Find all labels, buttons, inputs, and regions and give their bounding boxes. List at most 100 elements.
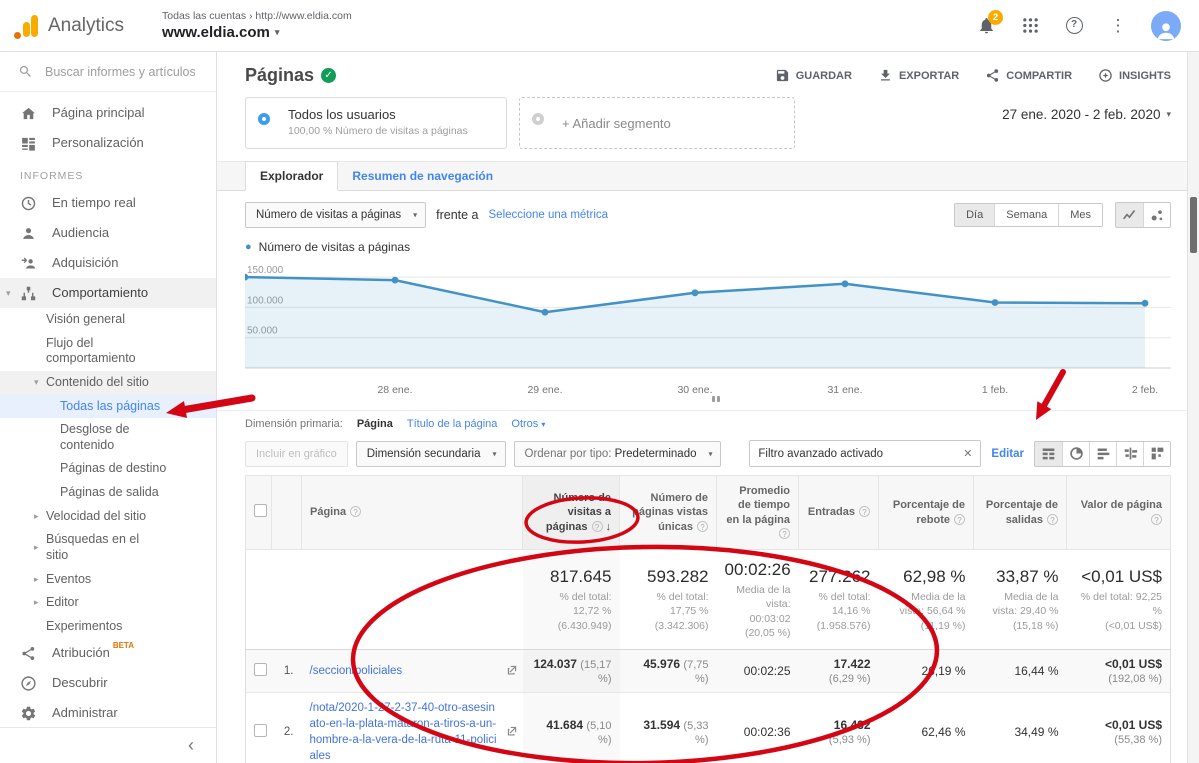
column-header-bounce-rate[interactable]: Porcentaje de rebote? bbox=[879, 476, 974, 550]
sidebar-item-en-tiempo-real[interactable]: En tiempo real bbox=[0, 188, 216, 218]
edit-filter-link[interactable]: Editar bbox=[991, 448, 1024, 460]
timeline-handle[interactable] bbox=[708, 396, 724, 402]
sidebar-item-flujo-del-comportamiento[interactable]: Flujo del comportamiento bbox=[0, 332, 216, 371]
primary-metric-dropdown[interactable]: Número de visitas a páginas ▾ bbox=[245, 202, 426, 228]
close-icon[interactable]: ✕ bbox=[963, 447, 972, 460]
sidebar-item-adquisicion[interactable]: Adquisición bbox=[0, 248, 216, 278]
sidebar-collapse[interactable]: ‹ bbox=[0, 727, 216, 763]
table-view-button[interactable] bbox=[1035, 442, 1062, 466]
help-icon[interactable]: ? bbox=[1047, 514, 1058, 525]
page-scrollbar[interactable] bbox=[1187, 52, 1199, 763]
attribution-icon bbox=[20, 645, 37, 662]
select-metric-link[interactable]: Seleccione una métrica bbox=[489, 209, 609, 221]
index-header bbox=[272, 476, 302, 550]
sidebar-item-atribucion[interactable]: AtribuciónBETA bbox=[0, 638, 216, 668]
scrollbar-thumb[interactable] bbox=[1190, 197, 1197, 253]
sidebar-item-pagina-principal[interactable]: Página principal bbox=[0, 98, 216, 128]
percentage-view-button[interactable] bbox=[1062, 442, 1089, 466]
save-button[interactable]: GUARDAR bbox=[775, 68, 852, 83]
help-icon: ? bbox=[1066, 17, 1083, 34]
realtime-icon bbox=[20, 195, 37, 212]
apps-grid-button[interactable] bbox=[1019, 15, 1041, 37]
row-checkbox[interactable] bbox=[254, 724, 267, 737]
external-link-icon[interactable] bbox=[507, 664, 517, 678]
sort-desc-icon: ↓ bbox=[606, 521, 612, 533]
dimension-titulo-pagina[interactable]: Título de la página bbox=[407, 418, 498, 430]
help-icon[interactable]: ? bbox=[779, 528, 790, 539]
sidebar: Página principalPersonalizaciónINFORMESE… bbox=[0, 52, 217, 763]
sidebar-search[interactable] bbox=[0, 52, 216, 92]
account-picker[interactable]: www.eldia.com ▾ bbox=[162, 24, 352, 41]
tab-explorador[interactable]: Explorador bbox=[245, 161, 338, 191]
avatar[interactable] bbox=[1151, 11, 1181, 41]
chevron-down-icon: ▾ bbox=[1166, 109, 1171, 120]
column-header-unique-pageviews[interactable]: Número de páginas vistas únicas? bbox=[620, 476, 717, 550]
column-header-pagina[interactable]: Página? bbox=[302, 476, 523, 550]
pivot-icon bbox=[1150, 446, 1165, 461]
summary-exit-rate: 33,87 %Media de la vista: 29,40 % (15,18… bbox=[974, 550, 1067, 650]
external-link-icon[interactable] bbox=[507, 725, 517, 739]
performance-view-button[interactable] bbox=[1089, 442, 1116, 466]
dimension-otros[interactable]: Otros ▾ bbox=[511, 418, 545, 430]
sidebar-item-paginas-de-salida[interactable]: Páginas de salida bbox=[0, 481, 216, 505]
granularity-mes[interactable]: Mes bbox=[1058, 204, 1102, 226]
sort-type-dropdown[interactable]: Ordenar por tipo: Predeterminado ▾ bbox=[514, 441, 722, 467]
notifications-button[interactable]: 2 bbox=[975, 15, 997, 37]
entrances-cell: 17.422 (6,29 %) bbox=[799, 649, 879, 692]
sidebar-item-audiencia[interactable]: Audiencia bbox=[0, 218, 216, 248]
sidebar-item-comportamiento[interactable]: ▾Comportamiento bbox=[0, 278, 216, 308]
sidebar-item-busquedas-en-el-sitio[interactable]: ▸Búsquedas en el sitio bbox=[0, 528, 216, 567]
sidebar-item-editor[interactable]: ▸Editor bbox=[0, 591, 216, 615]
secondary-dimension-dropdown[interactable]: Dimensión secundaria ▾ bbox=[356, 441, 506, 467]
sidebar-item-administrar[interactable]: Administrar bbox=[0, 698, 216, 727]
sidebar-item-experimentos[interactable]: Experimentos bbox=[0, 615, 216, 639]
column-header-exit-rate[interactable]: Porcentaje de salidas? bbox=[974, 476, 1067, 550]
insights-button[interactable]: INSIGHTS bbox=[1098, 68, 1171, 83]
help-icon[interactable]: ? bbox=[954, 514, 965, 525]
sort-type-label: Ordenar por tipo: bbox=[525, 448, 612, 460]
search-input[interactable] bbox=[45, 65, 195, 79]
granularity-semana[interactable]: Semana bbox=[994, 204, 1058, 226]
page-link[interactable]: /nota/2020-1-27-2-37-40-otro-asesinato-e… bbox=[310, 702, 497, 762]
comparison-view-button[interactable] bbox=[1116, 442, 1143, 466]
sidebar-item-descubrir[interactable]: Descubrir bbox=[0, 668, 216, 698]
column-header-entrances[interactable]: Entradas? bbox=[799, 476, 879, 550]
dimension-pagina[interactable]: Página bbox=[357, 418, 393, 430]
export-button[interactable]: EXPORTAR bbox=[878, 68, 959, 83]
more-menu-button[interactable]: ⋮ bbox=[1107, 15, 1129, 37]
date-range-picker[interactable]: 27 ene. 2020 - 2 feb. 2020 ▾ bbox=[1002, 97, 1171, 122]
motion-chart-toggle[interactable] bbox=[1143, 203, 1170, 227]
sidebar-item-eventos[interactable]: ▸Eventos bbox=[0, 568, 216, 592]
segment-all-users[interactable]: Todos los usuarios 100,00 % Número de vi… bbox=[245, 97, 507, 149]
avg-time-cell: 00:02:36 bbox=[717, 692, 799, 763]
page-link[interactable]: /seccion/policiales bbox=[310, 665, 403, 677]
pivot-view-button[interactable] bbox=[1143, 442, 1170, 466]
share-button[interactable]: COMPARTIR bbox=[985, 68, 1072, 83]
advanced-filter-chip[interactable]: Filtro avanzado activado ✕ bbox=[749, 440, 981, 467]
sidebar-item-desglose-de-contenido[interactable]: Desglose de contenido bbox=[0, 418, 216, 457]
tab-resumen-navegacion[interactable]: Resumen de navegación bbox=[338, 162, 507, 190]
row-checkbox[interactable] bbox=[254, 663, 267, 676]
plot-rows-button[interactable]: Incluir en gráfico bbox=[245, 441, 348, 467]
sidebar-item-contenido-del-sitio[interactable]: ▾Contenido del sitio bbox=[0, 371, 216, 395]
granularity-dia[interactable]: Día bbox=[955, 204, 994, 226]
column-header-pageviews[interactable]: Número de visitas a páginas?↓ bbox=[523, 476, 620, 550]
sidebar-item-velocidad-del-sitio[interactable]: ▸Velocidad del sitio bbox=[0, 505, 216, 529]
column-header-page-value[interactable]: Valor de página? bbox=[1067, 476, 1171, 550]
sidebar-item-personalizacion[interactable]: Personalización bbox=[0, 128, 216, 158]
add-segment-button[interactable]: + Añadir segmento bbox=[519, 97, 795, 149]
sidebar-item-todas-las-paginas[interactable]: Todas las páginas bbox=[0, 395, 216, 419]
sidebar-item-label: Experimentos bbox=[46, 619, 122, 635]
help-icon[interactable]: ? bbox=[1151, 514, 1162, 525]
help-icon[interactable]: ? bbox=[350, 506, 361, 517]
help-icon[interactable]: ? bbox=[592, 521, 603, 532]
help-button[interactable]: ? bbox=[1063, 15, 1085, 37]
sidebar-item-vision-general[interactable]: Visión general bbox=[0, 308, 216, 332]
column-header-avg-time[interactable]: Promedio de tiempo en la página? bbox=[717, 476, 799, 550]
select-all-checkbox[interactable] bbox=[254, 504, 267, 517]
sidebar-item-paginas-de-destino[interactable]: Páginas de destino bbox=[0, 457, 216, 481]
help-icon[interactable]: ? bbox=[859, 506, 870, 517]
help-icon[interactable]: ? bbox=[697, 521, 708, 532]
acquisition-icon bbox=[20, 255, 37, 272]
line-chart-toggle[interactable] bbox=[1116, 203, 1143, 227]
